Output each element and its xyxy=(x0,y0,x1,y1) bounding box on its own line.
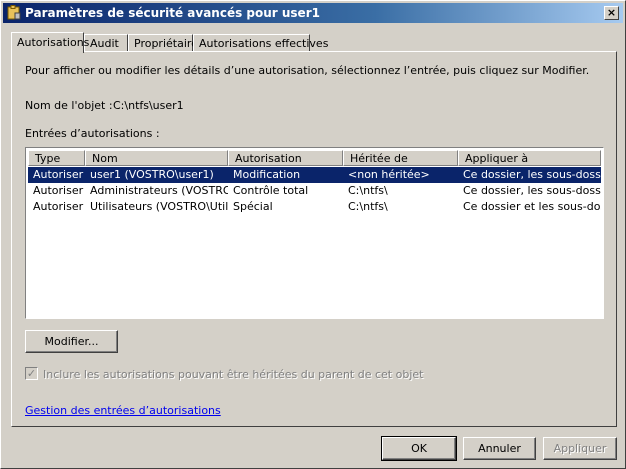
close-icon: × xyxy=(606,6,617,19)
column-label: Type xyxy=(35,152,61,165)
table-row[interactable]: Autoriser Utilisateurs (VOSTRO\Util... S… xyxy=(28,199,601,215)
cell-name: user1 (VOSTRO\user1) xyxy=(90,168,214,181)
permissions-list[interactable]: Type Nom Autorisation Héritée de Appliqu… xyxy=(25,147,604,319)
column-label: Autorisation xyxy=(235,152,302,165)
instructions-text: Pour afficher ou modifier les détails d’… xyxy=(25,64,590,77)
security-dialog: Paramètres de sécurité avancés pour user… xyxy=(0,0,626,469)
cell-apply-to: Ce dossier, les sous-dossi... xyxy=(463,184,601,197)
folder-lock-icon xyxy=(7,5,21,20)
tab-label: Autorisations effectives xyxy=(199,37,329,50)
column-header-autorisation[interactable]: Autorisation xyxy=(228,150,343,166)
table-row[interactable]: Autoriser user1 (VOSTRO\user1) Modificat… xyxy=(28,167,601,183)
title-bar[interactable]: Paramètres de sécurité avancés pour user… xyxy=(3,3,623,23)
column-header-type[interactable]: Type xyxy=(28,150,85,166)
inherit-checkbox-label: Inclure les autorisations pouvant être h… xyxy=(43,368,424,381)
tab-label: Audit xyxy=(90,37,119,50)
close-button[interactable]: × xyxy=(604,6,619,20)
cell-apply-to: Ce dossier, les sous-dossi... xyxy=(463,168,601,181)
object-name-value: C:\ntfs\user1 xyxy=(113,99,184,112)
cell-name: Administrateurs (VOSTRO... xyxy=(90,184,228,197)
cell-type: Autoriser xyxy=(33,200,84,213)
cell-name: Utilisateurs (VOSTRO\Util... xyxy=(90,200,228,213)
ok-button[interactable]: OK xyxy=(381,436,457,461)
cancel-button-label: Annuler xyxy=(478,442,521,455)
column-header-nom[interactable]: Nom xyxy=(85,150,228,166)
table-row[interactable]: Autoriser Administrateurs (VOSTRO... Con… xyxy=(28,183,601,199)
tab-proprietaire[interactable]: Propriétaire xyxy=(128,34,198,52)
cancel-button[interactable]: Annuler xyxy=(463,437,536,460)
tab-label: Propriétaire xyxy=(134,37,198,50)
inherit-checkbox[interactable]: ✓ xyxy=(25,367,38,380)
cell-inherited: C:\ntfs\ xyxy=(348,200,388,213)
cell-type: Autoriser xyxy=(33,184,84,197)
column-label: Héritée de xyxy=(350,152,408,165)
tab-audit[interactable]: Audit xyxy=(84,34,128,52)
cell-inherited: <non héritée> xyxy=(348,168,430,181)
cell-type: Autoriser xyxy=(33,168,84,181)
cell-permission: Contrôle total xyxy=(233,184,309,197)
cell-permission: Modification xyxy=(233,168,301,181)
modify-button-label: Modifier... xyxy=(44,335,99,348)
apply-button-label: Appliquer xyxy=(553,442,607,455)
list-header: Type Nom Autorisation Héritée de Appliqu… xyxy=(28,150,601,166)
entries-label: Entrées d’autorisations : xyxy=(25,127,160,140)
object-name-label: Nom de l'objet : xyxy=(25,99,113,112)
manage-entries-link[interactable]: Gestion des entrées d’autorisations xyxy=(25,404,221,417)
tab-autorisations[interactable]: Autorisations xyxy=(11,32,89,53)
modify-button[interactable]: Modifier... xyxy=(25,330,118,353)
column-label: Nom xyxy=(92,152,118,165)
apply-button[interactable]: Appliquer xyxy=(543,437,617,460)
column-header-heritee[interactable]: Héritée de xyxy=(343,150,458,166)
column-header-appliquer[interactable]: Appliquer à xyxy=(458,150,601,166)
checkmark-icon: ✓ xyxy=(26,367,37,380)
cell-apply-to: Ce dossier et les sous-dos... xyxy=(463,200,601,213)
tab-autorisations-effectives[interactable]: Autorisations effectives xyxy=(193,34,328,52)
cell-inherited: C:\ntfs\ xyxy=(348,184,388,197)
tab-label: Autorisations xyxy=(17,36,90,49)
ok-button-label: OK xyxy=(411,442,427,455)
window-title: Paramètres de sécurité avancés pour user… xyxy=(25,6,320,20)
column-label: Appliquer à xyxy=(465,152,529,165)
cell-permission: Spécial xyxy=(233,200,273,213)
